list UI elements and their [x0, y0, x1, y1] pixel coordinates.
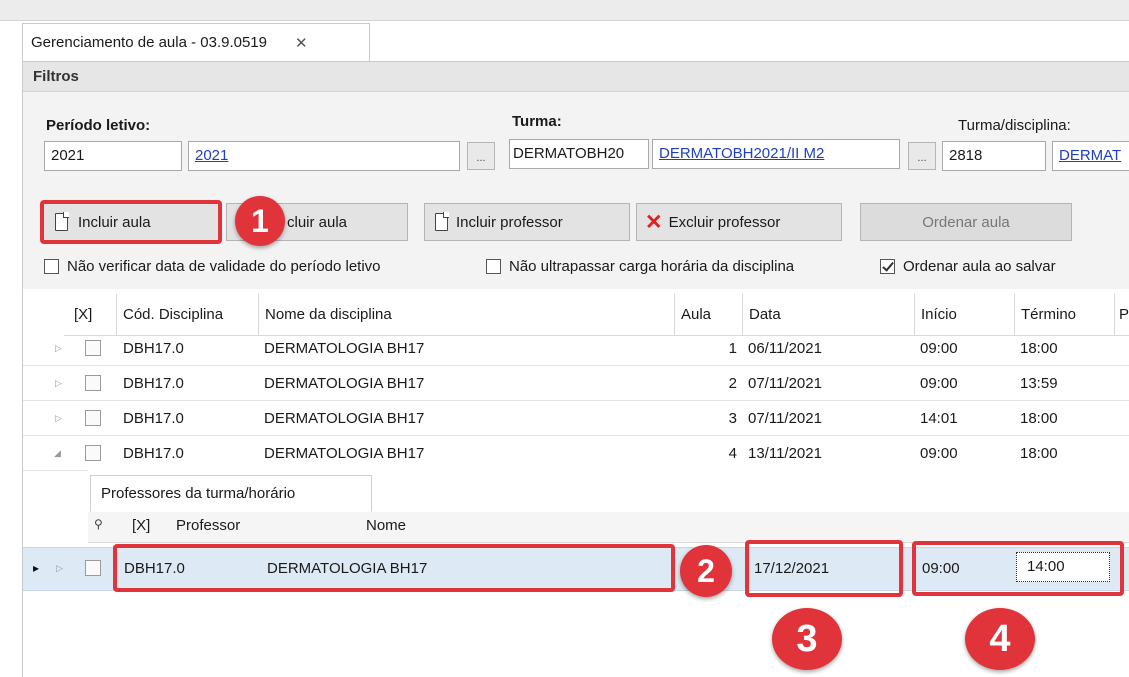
delete-x-icon: ✕: [645, 210, 663, 234]
col-header-aula[interactable]: Aula: [674, 294, 742, 336]
col-header-select[interactable]: [X]: [64, 294, 116, 336]
cell-inicio: 14:01: [920, 410, 958, 427]
ordenar-aula-label: Ordenar aula: [922, 213, 1010, 231]
table-row[interactable]: ▷ DBH17.0 DERMATOLOGIA BH17 2 07/11/2021…: [23, 366, 1129, 401]
search-icon[interactable]: ⚲: [94, 517, 103, 531]
close-tab-icon[interactable]: ✕: [295, 34, 308, 52]
detail-col-nome[interactable]: Nome: [366, 517, 406, 534]
periodo-lookup-link[interactable]: 2021: [188, 141, 460, 171]
cell-inicio: 09:00: [920, 445, 958, 462]
nao-verificar-label: Não verificar data de validade do períod…: [67, 258, 381, 275]
nao-ultrapassar-label: Não ultrapassar carga horária da discipl…: [509, 258, 795, 275]
cell-termino: 18:00: [1020, 445, 1058, 462]
cell-data: 06/11/2021: [748, 340, 822, 357]
col-header-inicio[interactable]: Início: [914, 294, 1014, 336]
annotation-badge-1: 1: [235, 196, 285, 246]
row-checkbox[interactable]: [85, 375, 101, 391]
expand-row-icon[interactable]: ▷: [55, 378, 62, 389]
cell-aula: 4: [728, 445, 737, 462]
turma-label: Turma:: [512, 113, 562, 130]
incluir-professor-button[interactable]: Incluir professor: [424, 203, 630, 241]
periodo-code-field[interactable]: 2021: [44, 141, 182, 171]
cell-data: 07/11/2021: [748, 410, 822, 427]
col-header-data[interactable]: Data: [742, 294, 914, 336]
turma-ellipsis-button[interactable]: ...: [908, 142, 936, 170]
turma-lookup-link[interactable]: DERMATOBH2021/II M2: [652, 139, 900, 169]
cell-inicio: 09:00: [920, 375, 958, 392]
excluir-professor-label: Excluir professor: [668, 213, 781, 231]
row-checkbox[interactable]: [85, 560, 101, 576]
annotation-box-2: [113, 544, 675, 592]
ordenar-ao-salvar-option[interactable]: Ordenar aula ao salvar: [880, 258, 1056, 275]
incluir-professor-label: Incluir professor: [456, 213, 563, 231]
detail-col-select[interactable]: [X]: [132, 517, 150, 534]
cell-aula: 2: [728, 375, 737, 392]
table-row[interactable]: ◢ DBH17.0 DERMATOLOGIA BH17 4 13/11/2021…: [23, 436, 1129, 471]
nao-verificar-checkbox[interactable]: [44, 259, 59, 274]
cell-inicio: 09:00: [920, 340, 958, 357]
annotation-box-4: [912, 541, 1124, 596]
turma-disciplina-label: Turma/disciplina:: [958, 117, 1071, 134]
cell-nome: DERMATOLOGIA BH17: [264, 375, 425, 392]
ordenar-ao-salvar-checkbox[interactable]: [880, 259, 895, 274]
collapse-row-icon[interactable]: ◢: [54, 448, 61, 459]
col-header-termino[interactable]: Término: [1014, 294, 1114, 336]
cell-cod: DBH17.0: [123, 445, 184, 462]
cell-nome: DERMATOLOGIA BH17: [264, 445, 425, 462]
cell-cod: DBH17.0: [123, 375, 184, 392]
nao-ultrapassar-checkbox[interactable]: [486, 259, 501, 274]
table-row[interactable]: ▷ DBH17.0 DERMATOLOGIA BH17 1 06/11/2021…: [23, 331, 1129, 366]
filters-header[interactable]: Filtros: [23, 62, 1129, 92]
tab-professores[interactable]: Professores da turma/horário: [90, 475, 372, 512]
row-pointer-icon: ▸: [33, 561, 40, 575]
cell-nome: DERMATOLOGIA BH17: [264, 340, 425, 357]
cell-cod: DBH17.0: [123, 410, 184, 427]
col-header-p[interactable]: P: [1114, 294, 1129, 336]
ordenar-aula-button[interactable]: Ordenar aula: [860, 203, 1072, 241]
document-tab-title: Gerenciamento de aula - 03.9.0519: [31, 34, 267, 51]
new-document-icon: [435, 212, 449, 231]
table-row[interactable]: ▷ DBH17.0 DERMATOLOGIA BH17 3 07/11/2021…: [23, 401, 1129, 436]
cell-aula: 1: [728, 340, 737, 357]
cell-termino: 13:59: [1020, 375, 1058, 392]
cell-data: 13/11/2021: [748, 445, 822, 462]
annotation-badge-2: 2: [680, 545, 732, 597]
cell-termino: 18:00: [1020, 410, 1058, 427]
annotation-badge-3: 3: [772, 608, 842, 670]
cell-data: 07/11/2021: [748, 375, 822, 392]
col-header-cod-disciplina[interactable]: Cód. Disciplina: [116, 294, 258, 336]
turma-disciplina-code-field[interactable]: 2818: [942, 141, 1046, 171]
row-checkbox[interactable]: [85, 445, 101, 461]
nao-ultrapassar-option[interactable]: Não ultrapassar carga horária da discipl…: [486, 258, 794, 275]
turma-disciplina-lookup-link[interactable]: DERMAT: [1052, 141, 1129, 171]
annotation-box-1: [40, 200, 222, 244]
ordenar-ao-salvar-label: Ordenar aula ao salvar: [903, 258, 1056, 275]
expand-row-icon[interactable]: ▷: [55, 413, 62, 424]
turma-code-field[interactable]: DERMATOBH20: [509, 139, 649, 169]
detail-header-row: [88, 512, 1129, 543]
row-checkbox[interactable]: [85, 340, 101, 356]
top-strip: [0, 0, 1129, 21]
row-checkbox[interactable]: [85, 410, 101, 426]
cell-cod: DBH17.0: [123, 340, 184, 357]
excluir-professor-button[interactable]: ✕ Excluir professor: [636, 203, 842, 241]
periodo-ellipsis-button[interactable]: ...: [467, 142, 495, 170]
col-header-nome-disciplina[interactable]: Nome da disciplina: [258, 294, 674, 336]
detail-col-professor[interactable]: Professor: [176, 517, 240, 534]
annotation-badge-4: 4: [965, 608, 1035, 670]
periodo-label: Período letivo:: [46, 117, 151, 134]
excluir-aula-label: cluir aula: [287, 213, 348, 231]
annotation-box-3: [745, 540, 903, 597]
cell-aula: 3: [728, 410, 737, 427]
document-tab[interactable]: Gerenciamento de aula - 03.9.0519 ✕: [22, 23, 370, 61]
expand-row-icon[interactable]: ▷: [56, 563, 63, 574]
cell-termino: 18:00: [1020, 340, 1058, 357]
expand-row-icon[interactable]: ▷: [55, 343, 62, 354]
nao-verificar-option[interactable]: Não verificar data de validade do períod…: [44, 258, 381, 275]
cell-nome: DERMATOLOGIA BH17: [264, 410, 425, 427]
